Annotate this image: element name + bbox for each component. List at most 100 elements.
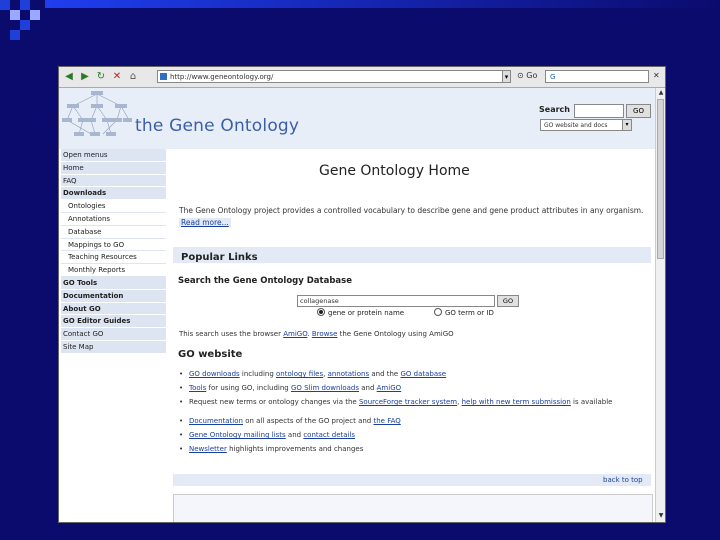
mailing-lists-link[interactable]: Gene Ontology mailing lists xyxy=(189,431,286,439)
site-search-button[interactable]: GO xyxy=(626,104,651,118)
forward-arrow-icon[interactable]: ▶ xyxy=(79,71,91,83)
list-item: Gene Ontology mailing lists and contact … xyxy=(179,430,649,440)
sidebar-item-mappings[interactable]: Mappings to GO xyxy=(61,238,166,252)
description-text: This search uses the browser xyxy=(179,330,281,338)
site-search-input[interactable] xyxy=(574,104,624,118)
list-text: including xyxy=(241,370,274,378)
site-search-scope-select[interactable]: GO website and docs xyxy=(540,119,632,131)
ontology-files-link[interactable]: ontology files xyxy=(276,370,323,378)
intro-text: The Gene Ontology project provides a con… xyxy=(179,206,644,215)
radio-selected-icon[interactable] xyxy=(317,308,325,316)
go-database-link[interactable]: GO database xyxy=(400,370,446,378)
main-content: Gene Ontology Home The Gene Ontology pro… xyxy=(171,149,655,522)
sidebar-item-faq[interactable]: FAQ xyxy=(61,174,166,188)
database-search-button[interactable]: GO xyxy=(497,295,519,307)
site-logo-text[interactable]: the Gene Ontology xyxy=(135,116,299,136)
address-dropdown[interactable]: ▾ xyxy=(502,70,511,83)
list-item: Newsletter highlights improvements and c… xyxy=(179,444,649,454)
close-icon[interactable]: ✕ xyxy=(653,71,660,80)
read-more-link[interactable]: Read more... xyxy=(179,218,231,227)
sidebar-item-about-go[interactable]: About GO xyxy=(61,302,166,316)
scroll-thumb[interactable] xyxy=(657,99,664,259)
slide-top-bar xyxy=(45,0,720,8)
list-item: Request new terms or ontology changes vi… xyxy=(179,397,649,407)
list-text: , xyxy=(323,370,326,378)
home-icon[interactable]: ⌂ xyxy=(127,71,139,83)
list-text: highlights improvements and changes xyxy=(229,445,364,453)
sidebar-item-annotations[interactable]: Annotations xyxy=(61,212,166,226)
sourceforge-link[interactable]: SourceForge tracker system xyxy=(359,398,457,406)
radio-unselected-icon[interactable] xyxy=(434,308,442,316)
vertical-scrollbar[interactable]: ▲ ▼ xyxy=(655,88,665,522)
slide-decoration xyxy=(10,30,20,40)
sidebar-item-open-menus[interactable]: Open menus xyxy=(61,149,166,162)
slide-decoration xyxy=(20,20,30,30)
list-text: for using GO, including xyxy=(208,384,289,392)
database-search-description: This search uses the browser AmiGO. Brow… xyxy=(179,330,454,338)
database-search-input[interactable]: collagenase xyxy=(297,295,495,307)
go-website-heading: GO website xyxy=(178,349,243,360)
sidebar-item-ontologies[interactable]: Ontologies xyxy=(61,200,166,213)
page-title: Gene Ontology Home xyxy=(319,163,470,179)
amigo-link[interactable]: AmiGO xyxy=(377,384,402,392)
documentation-link[interactable]: Documentation xyxy=(189,417,243,425)
popular-links-heading: Popular Links xyxy=(181,252,258,263)
next-section-box xyxy=(173,494,653,522)
radio-label: GO term or ID xyxy=(445,309,494,317)
site-header: the Gene Ontology Search GO GO website a… xyxy=(59,88,655,149)
list-text: on all aspects of the GO project and xyxy=(245,417,372,425)
browser-search-box[interactable]: G xyxy=(545,70,649,83)
sidebar-item-home[interactable]: Home xyxy=(61,161,166,175)
contact-details-link[interactable]: contact details xyxy=(303,431,355,439)
newsletter-link[interactable]: Newsletter xyxy=(189,445,227,453)
sidebar-item-editor-guides[interactable]: GO Editor Guides xyxy=(61,315,166,329)
go-button[interactable]: ⊙ Go xyxy=(517,71,537,80)
sidebar-nav: Open menus Home FAQ Downloads Ontologies… xyxy=(61,149,166,354)
stop-icon[interactable]: ✕ xyxy=(111,71,123,83)
scroll-down-icon[interactable]: ▼ xyxy=(657,512,665,520)
description-text: the Gene Ontology using AmiGO xyxy=(339,330,454,338)
intro-paragraph: The Gene Ontology project provides a con… xyxy=(179,205,649,229)
amigo-link[interactable]: AmiGO xyxy=(283,330,307,338)
sidebar-item-documentation[interactable]: Documentation xyxy=(61,289,166,303)
radio-gene-protein[interactable]: gene or protein name xyxy=(317,308,404,317)
list-text: and xyxy=(361,384,375,392)
faq-link[interactable]: the FAQ xyxy=(373,417,400,425)
back-to-top-band xyxy=(173,474,651,486)
new-term-help-link[interactable]: help with new term submission xyxy=(462,398,571,406)
reload-icon[interactable]: ↻ xyxy=(95,71,107,83)
sidebar-item-downloads[interactable]: Downloads xyxy=(61,187,166,201)
back-arrow-icon[interactable]: ◀ xyxy=(63,71,75,83)
list-text: , xyxy=(457,398,460,406)
slide-decoration xyxy=(30,10,40,20)
sidebar-item-teaching[interactable]: Teaching Resources xyxy=(61,251,166,265)
site-search-label: Search xyxy=(539,105,570,114)
radio-go-term[interactable]: GO term or ID xyxy=(434,308,494,317)
sidebar-item-database[interactable]: Database xyxy=(61,225,166,239)
back-to-top-link[interactable]: back to top xyxy=(603,476,643,484)
browse-link[interactable]: Browse xyxy=(312,330,338,338)
sidebar-item-go-tools[interactable]: GO Tools xyxy=(61,276,166,290)
slide-decoration xyxy=(0,0,10,10)
list-text: and xyxy=(287,431,302,439)
list-text: is available xyxy=(573,398,613,406)
go-logo-graph-icon xyxy=(62,91,132,136)
list-text: Request new terms or ontology changes vi… xyxy=(189,398,357,406)
sidebar-item-monthly-reports[interactable]: Monthly Reports xyxy=(61,264,166,277)
database-search-heading: Search the Gene Ontology Database xyxy=(178,276,352,286)
tools-link[interactable]: Tools xyxy=(189,384,206,392)
radio-label: gene or protein name xyxy=(328,309,405,317)
go-slim-link[interactable]: GO Slim downloads xyxy=(291,384,359,392)
annotations-link[interactable]: annotations xyxy=(328,370,370,378)
favicon-icon xyxy=(160,73,167,80)
chevron-down-icon[interactable]: ▾ xyxy=(622,119,632,131)
sidebar-item-site-map[interactable]: Site Map xyxy=(61,340,166,354)
list-item: GO downloads including ontology files, a… xyxy=(179,369,649,379)
address-text: http://www.geneontology.org/ xyxy=(170,73,274,81)
slide-decoration xyxy=(20,0,30,10)
list-item: Tools for using GO, including GO Slim do… xyxy=(179,383,649,393)
scroll-up-icon[interactable]: ▲ xyxy=(657,89,665,97)
sidebar-item-contact[interactable]: Contact GO xyxy=(61,328,166,341)
downloads-link[interactable]: GO downloads xyxy=(189,370,240,378)
address-bar[interactable]: http://www.geneontology.org/ xyxy=(157,70,507,83)
